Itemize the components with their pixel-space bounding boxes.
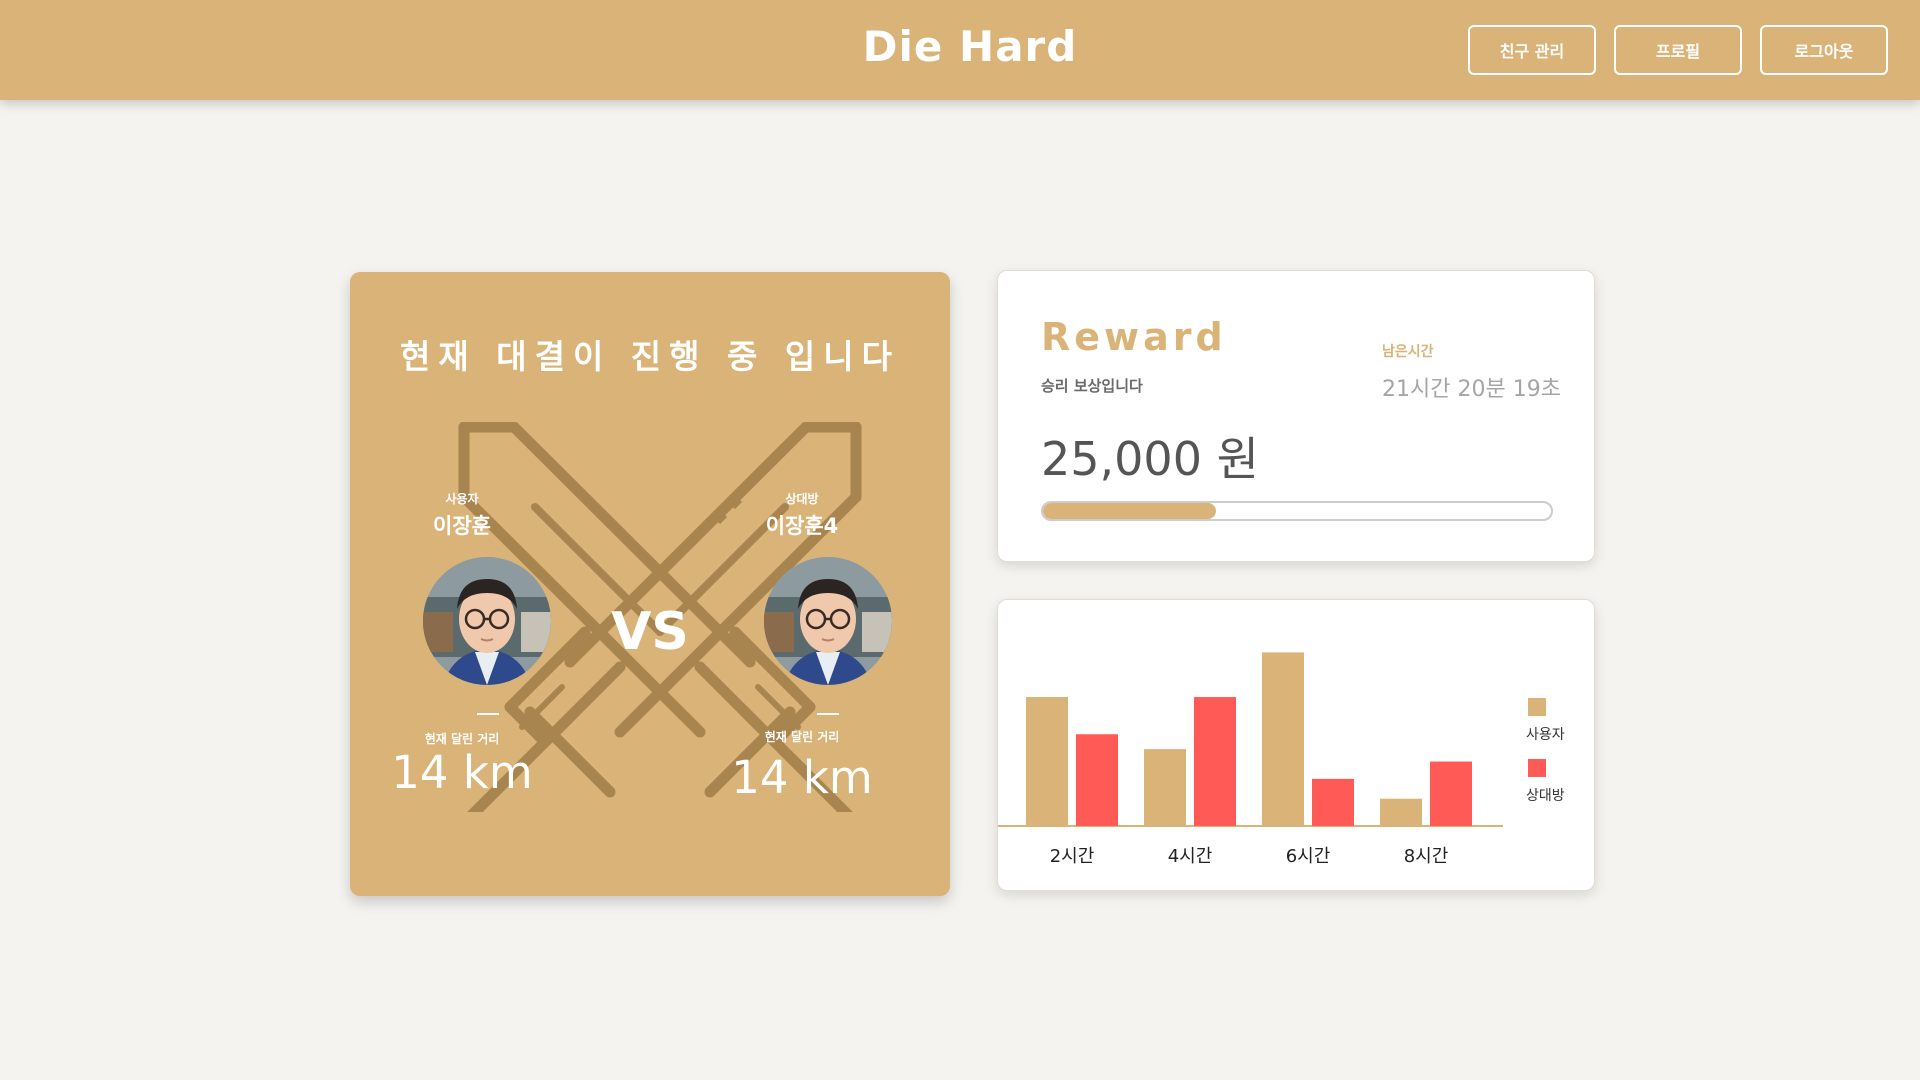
bar-user-3[interactable] [1380,798,1422,826]
match-title: 현재 대결이 진행 중 입니다 [400,337,900,376]
opponent-distance-label: 현재 달린 거리 [764,730,840,744]
bar-opponent-0[interactable] [1076,734,1118,826]
user-distance-value: 14 km [391,746,533,799]
opponent-distance-value: 14 km [731,751,873,804]
reward-subtitle: 승리 보상입니다 [1041,377,1143,395]
opponent-name: 이장훈4 [765,514,839,538]
user-name: 이장훈 [433,514,491,538]
legend-user-label: 사용자 [1526,727,1565,743]
bar-user-2[interactable] [1262,652,1304,826]
user-distance-label: 현재 달린 거리 [424,732,500,746]
user-divider [477,713,499,715]
reward-card: Reward 승리 보상입니다 남은시간 21시간 20분 19초 25,000… [997,270,1595,562]
reward-title: Reward [1041,315,1227,359]
legend-opponent: 상대방 [1526,759,1586,805]
opponent-role-label: 상대방 [785,492,819,506]
x-tick-label: 4시간 [1168,846,1213,867]
logout-button[interactable]: 로그아웃 [1760,25,1888,75]
friends-button[interactable]: 친구 관리 [1468,25,1596,75]
legend-opponent-swatch [1528,759,1546,777]
opponent-divider [817,713,839,715]
vs-label: VS [611,602,689,662]
distance-bar-chart: 2시간 4시간 6시간 8시간 [998,652,1503,867]
match-card: 현재 대결이 진행 중 입니다 사용자 이장훈 현재 달린 거리 14 km V… [350,272,950,896]
bar-opponent-2[interactable] [1312,778,1354,826]
bar-user-1[interactable] [1144,749,1186,826]
reward-progress-fill [1043,503,1216,519]
bar-opponent-1[interactable] [1194,697,1236,826]
legend-user-swatch [1528,698,1546,716]
top-header: Die Hard 친구 관리 프로필 로그아웃 [0,0,1920,100]
bar-user-0[interactable] [1026,697,1068,826]
x-tick-label: 8시간 [1404,846,1449,867]
x-tick-label: 6시간 [1286,846,1331,867]
legend-opponent-label: 상대방 [1526,788,1565,804]
user-avatar[interactable] [423,557,551,685]
user-role-label: 사용자 [445,492,479,506]
opponent-avatar[interactable] [764,557,892,685]
reward-progress-bar [1041,501,1553,521]
profile-button[interactable]: 프로필 [1614,25,1742,75]
x-tick-label: 2시간 [1050,846,1095,867]
distance-chart-card: 2시간 4시간 6시간 8시간 사용자 상대방 [997,599,1595,891]
reward-amount: 25,000 원 [1041,432,1259,486]
bar-opponent-3[interactable] [1430,761,1472,826]
remaining-time-label: 남은시간 [1382,344,1434,360]
legend-user: 사용자 [1526,698,1586,744]
remaining-time-value: 21시간 20분 19초 [1382,377,1561,402]
